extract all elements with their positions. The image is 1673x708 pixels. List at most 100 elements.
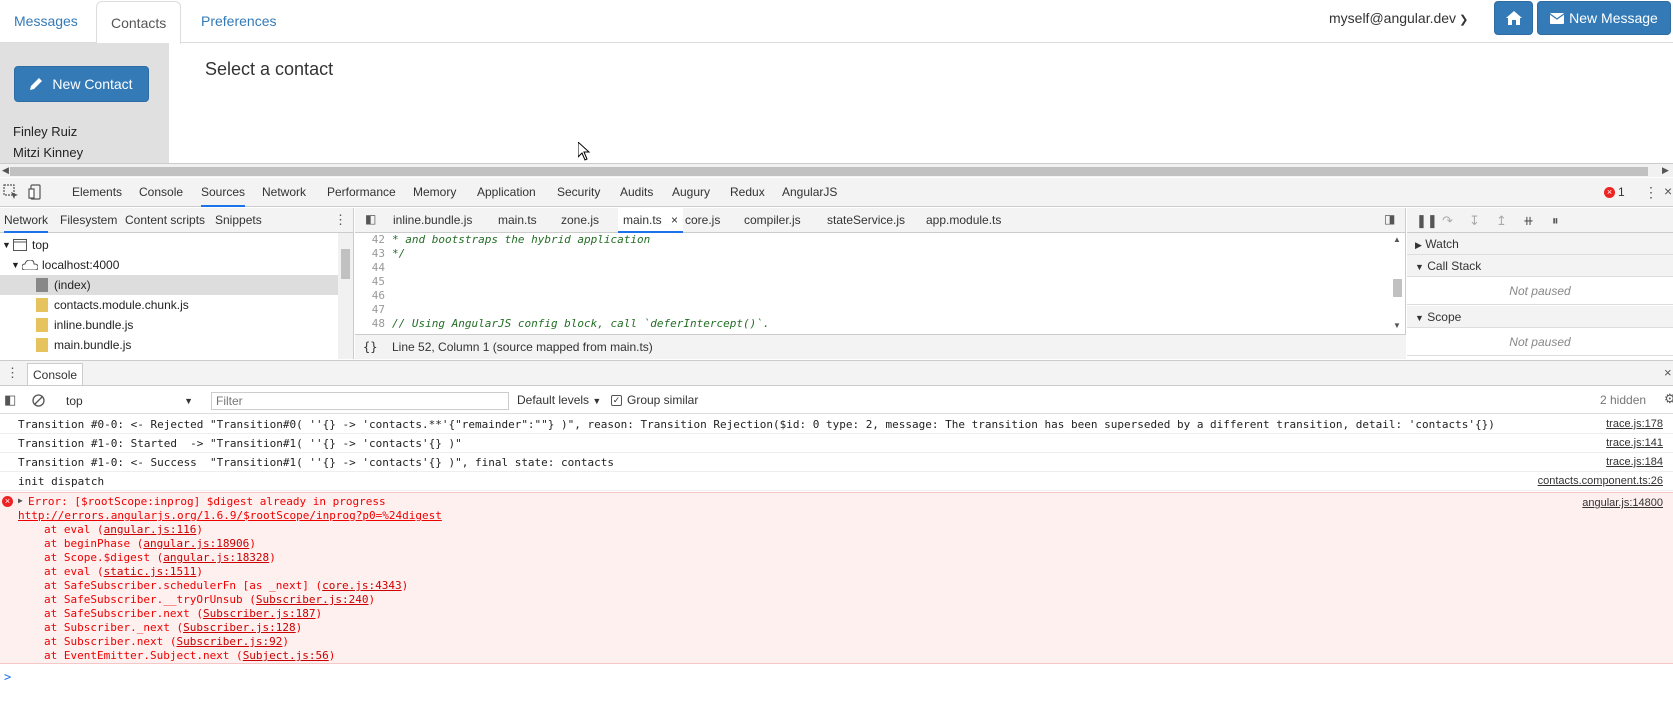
- horizontal-scrollbar[interactable]: ◀ ▶: [0, 163, 1673, 177]
- editor-tab[interactable]: core.js: [685, 208, 720, 233]
- home-button[interactable]: [1494, 1, 1533, 35]
- stack-frame-link[interactable]: Subscriber.js:187: [203, 607, 316, 620]
- message-source-link[interactable]: trace.js:178: [1606, 415, 1663, 434]
- scroll-right-icon[interactable]: ▶: [1662, 165, 1669, 176]
- message-source-link[interactable]: trace.js:184: [1606, 453, 1663, 472]
- close-devtools-icon[interactable]: ×: [1664, 183, 1672, 199]
- navigator-tab-filesystem[interactable]: Filesystem: [60, 208, 117, 233]
- call-stack-section[interactable]: ▼ Call Stack: [1407, 255, 1673, 277]
- toggle-debugger-icon[interactable]: ◨: [1384, 212, 1395, 226]
- contact-item[interactable]: Finley Ruiz: [13, 124, 77, 139]
- stack-frame-link[interactable]: angular.js:18906: [143, 537, 249, 550]
- editor-tab[interactable]: stateService.js: [827, 208, 905, 233]
- tree-item-file[interactable]: main.bundle.js: [0, 335, 338, 355]
- error-source-link[interactable]: angular.js:14800: [1582, 497, 1663, 509]
- tab-messages[interactable]: Messages: [0, 0, 92, 43]
- step-out-icon[interactable]: ↥: [1496, 213, 1507, 229]
- console-sidebar-icon[interactable]: ◧: [4, 392, 16, 408]
- console-message[interactable]: init dispatch contacts.component.ts:26: [0, 472, 1673, 491]
- stack-frame-link[interactable]: angular.js:116: [104, 523, 197, 536]
- devtools-tab-audits[interactable]: Audits: [620, 178, 653, 207]
- pretty-print-icon[interactable]: {}: [363, 335, 377, 359]
- devtools-tab-security[interactable]: Security: [557, 178, 600, 207]
- device-toolbar-icon[interactable]: [28, 184, 44, 200]
- message-source-link[interactable]: contacts.component.ts:26: [1538, 472, 1663, 491]
- tab-contacts[interactable]: Contacts: [96, 1, 182, 44]
- editor-tab[interactable]: inline.bundle.js: [393, 208, 472, 233]
- context-selector[interactable]: top ▼: [60, 392, 197, 410]
- editor-tab[interactable]: main.ts: [498, 208, 537, 233]
- code-area[interactable]: 42 * and bootstraps the hybrid applicati…: [355, 233, 1390, 333]
- watch-section[interactable]: ▶ Watch: [1407, 233, 1673, 255]
- stack-frame-link[interactable]: static.js:1511: [104, 565, 197, 578]
- console-message[interactable]: Transition #0-0: <- Rejected "Transition…: [0, 415, 1673, 434]
- scrollbar-thumb[interactable]: [341, 249, 350, 279]
- editor-tab[interactable]: zone.js: [561, 208, 599, 233]
- step-over-icon[interactable]: ↷: [1442, 213, 1453, 229]
- editor-tab[interactable]: app.module.ts: [926, 208, 1001, 233]
- scroll-left-icon[interactable]: ◀: [2, 165, 9, 176]
- stack-frame-link[interactable]: angular.js:18328: [163, 551, 269, 564]
- pause-icon[interactable]: ❚❚: [1416, 213, 1438, 229]
- close-tab-icon[interactable]: ×: [671, 213, 678, 227]
- tab-preferences[interactable]: Preferences: [187, 0, 290, 43]
- editor-scrollbar[interactable]: ▲ ▼: [1390, 233, 1405, 333]
- new-contact-button[interactable]: New Contact: [14, 66, 149, 102]
- pause-on-exceptions-icon[interactable]: ⏸: [1552, 213, 1559, 229]
- console-filter-input[interactable]: [211, 392, 509, 410]
- tree-item-index[interactable]: (index): [0, 275, 338, 295]
- tree-item-localhost[interactable]: ▼ localhost:4000: [0, 255, 338, 275]
- tree-item-top[interactable]: ▼ top: [0, 235, 338, 255]
- stack-frame-link[interactable]: Subject.js:56: [243, 649, 329, 662]
- inspect-element-icon[interactable]: [3, 184, 19, 200]
- navigator-tab-network[interactable]: Network: [4, 208, 49, 233]
- devtools-tab-network[interactable]: Network: [262, 178, 306, 207]
- devtools-tab-memory[interactable]: Memory: [413, 178, 456, 207]
- scroll-down-icon[interactable]: ▼: [1393, 321, 1401, 330]
- scrollbar-thumb[interactable]: [1393, 279, 1402, 297]
- editor-tab[interactable]: compiler.js: [744, 208, 801, 233]
- stack-frame-link[interactable]: Subscriber.js:240: [256, 593, 369, 606]
- group-similar-checkbox[interactable]: ✓ Group similar: [611, 393, 698, 407]
- drawer-tab-console[interactable]: Console: [27, 363, 84, 385]
- close-drawer-icon[interactable]: ×: [1664, 365, 1672, 380]
- contact-item[interactable]: Mitzi Kinney: [13, 145, 83, 160]
- new-message-button[interactable]: New Message: [1537, 1, 1671, 35]
- console-error[interactable]: × ▶ Error: [$rootScope:inprog] $digest a…: [0, 492, 1673, 664]
- stack-frame-link[interactable]: core.js:4343: [322, 579, 401, 592]
- devtools-tab-sources[interactable]: Sources: [201, 178, 246, 207]
- tree-item-file[interactable]: inline.bundle.js: [0, 315, 338, 335]
- navigator-tab-snippets[interactable]: Snippets: [215, 208, 262, 233]
- devtools-tab-console[interactable]: Console: [139, 178, 183, 207]
- console-settings-icon[interactable]: ⚙: [1664, 391, 1673, 407]
- message-source-link[interactable]: trace.js:141: [1606, 434, 1663, 453]
- navigator-scrollbar[interactable]: [338, 233, 353, 359]
- devtools-tab-performance[interactable]: Performance: [327, 178, 396, 207]
- log-levels-dropdown[interactable]: Default levels ▼: [517, 393, 601, 407]
- stack-frame-link[interactable]: Subscriber.js:92: [176, 635, 282, 648]
- devtools-tab-angularjs[interactable]: AngularJS: [782, 178, 837, 207]
- account-dropdown[interactable]: myself@angular.dev ❯: [1329, 10, 1468, 26]
- tree-item-file[interactable]: contacts.module.chunk.js: [0, 295, 338, 315]
- console-message[interactable]: Transition #1-0: <- Success "Transition#…: [0, 453, 1673, 472]
- scope-section[interactable]: ▼ Scope: [1407, 306, 1673, 328]
- devtools-tab-application[interactable]: Application: [477, 178, 536, 207]
- more-options-icon[interactable]: ⋮: [1644, 184, 1658, 201]
- stack-frame-link[interactable]: Subscriber.js:128: [183, 621, 296, 634]
- drawer-menu-icon[interactable]: ⋮: [6, 365, 19, 381]
- error-doc-link[interactable]: http://errors.angularjs.org/1.6.9/$rootS…: [18, 509, 442, 523]
- deactivate-breakpoints-icon[interactable]: ⧺: [1523, 213, 1534, 229]
- devtools-tab-elements[interactable]: Elements: [72, 178, 122, 207]
- expand-arrow-icon[interactable]: ▶: [18, 496, 23, 505]
- console-prompt[interactable]: >: [4, 670, 11, 684]
- error-count-badge[interactable]: × 1: [1604, 185, 1625, 199]
- navigator-more-icon[interactable]: ⋮: [334, 212, 347, 228]
- step-into-icon[interactable]: ↧: [1469, 213, 1480, 229]
- editor-tab-active[interactable]: main.ts ×: [618, 208, 684, 233]
- devtools-tab-augury[interactable]: Augury: [672, 178, 710, 207]
- scroll-up-icon[interactable]: ▲: [1393, 235, 1401, 244]
- clear-console-icon[interactable]: [32, 394, 45, 407]
- toggle-navigator-icon[interactable]: ◧: [365, 212, 376, 226]
- console-message[interactable]: Transition #1-0: Started -> "Transition#…: [0, 434, 1673, 453]
- scrollbar-thumb[interactable]: [10, 167, 1648, 176]
